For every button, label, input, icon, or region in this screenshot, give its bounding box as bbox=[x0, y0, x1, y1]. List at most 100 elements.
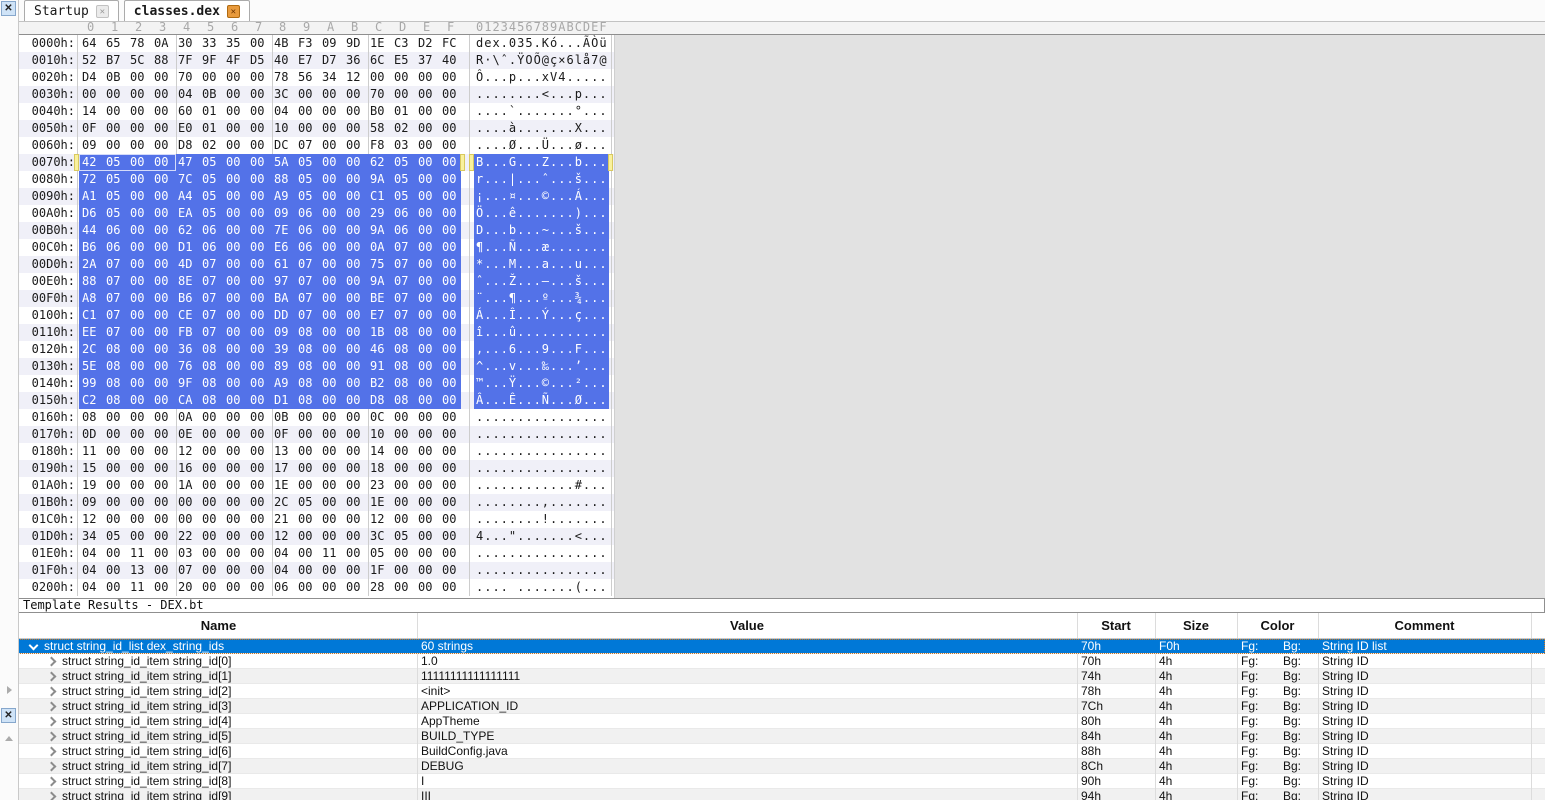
hex-byte[interactable]: 00 bbox=[442, 443, 466, 460]
hex-byte[interactable]: E5 bbox=[394, 52, 418, 69]
hex-byte[interactable]: 00 bbox=[226, 375, 250, 392]
hex-byte[interactable]: 00 bbox=[418, 579, 442, 596]
hex-byte[interactable]: 00 bbox=[154, 494, 178, 511]
hex-byte[interactable]: 00 bbox=[346, 103, 370, 120]
hex-byte[interactable]: 00 bbox=[346, 562, 370, 579]
hex-byte[interactable]: 00 bbox=[106, 545, 130, 562]
hex-byte[interactable]: C1 bbox=[370, 188, 394, 205]
hex-byte[interactable]: 00 bbox=[394, 477, 418, 494]
hex-byte[interactable]: F3 bbox=[298, 35, 322, 52]
hex-bytes[interactable]: D4 0B 00 00 70 00 00 00 78 56 34 12 00 00 00 00 bbox=[79, 69, 461, 86]
hex-byte[interactable]: 00 bbox=[346, 205, 370, 222]
hex-row[interactable]: 00B0h: 44 06 00 00 62 06 00 00 7E 06 00 00 9A 06 00 00 D.… bbox=[19, 222, 614, 239]
hex-byte[interactable]: 00 bbox=[130, 358, 154, 375]
hex-byte[interactable]: 00 bbox=[322, 239, 346, 256]
hex-byte[interactable]: 08 bbox=[106, 375, 130, 392]
hex-byte[interactable]: 05 bbox=[106, 171, 130, 188]
hex-byte[interactable]: 00 bbox=[418, 86, 442, 103]
hex-byte[interactable]: 00 bbox=[226, 205, 250, 222]
hex-byte[interactable]: 00 bbox=[418, 545, 442, 562]
hex-byte[interactable]: 00 bbox=[154, 137, 178, 154]
chevron-down-icon[interactable] bbox=[28, 640, 39, 651]
hex-byte[interactable]: 05 bbox=[106, 528, 130, 545]
hex-byte[interactable]: 00 bbox=[226, 341, 250, 358]
hex-byte[interactable]: 00 bbox=[250, 528, 274, 545]
tab-classes-dex[interactable]: classes.dex ✕ bbox=[123, 0, 250, 21]
hex-byte[interactable]: 06 bbox=[106, 222, 130, 239]
hex-byte[interactable]: 00 bbox=[394, 494, 418, 511]
hex-byte[interactable]: 00 bbox=[154, 443, 178, 460]
hex-byte[interactable]: 00 bbox=[394, 511, 418, 528]
hex-row[interactable]: 00D0h: 2A 07 00 00 4D 07 00 00 61 07 00 00 75 07 00 00 *.… bbox=[19, 256, 614, 273]
hex-bytes[interactable]: 00 00 00 00 04 0B 00 00 3C 00 00 00 70 00 00 00 bbox=[79, 86, 461, 103]
hex-byte[interactable]: 00 bbox=[226, 103, 250, 120]
hex-byte[interactable]: A9 bbox=[274, 375, 298, 392]
table-row[interactable]: struct string_id_item string_id[1] 111111… bbox=[18, 669, 1545, 684]
hex-byte[interactable]: 00 bbox=[442, 307, 466, 324]
hex-byte[interactable]: 00 bbox=[322, 409, 346, 426]
hex-byte[interactable]: 62 bbox=[370, 154, 394, 171]
hex-byte[interactable]: 00 bbox=[322, 528, 346, 545]
hex-byte[interactable]: 3C bbox=[274, 86, 298, 103]
hex-byte[interactable]: 17 bbox=[274, 460, 298, 477]
hex-byte[interactable]: 7F bbox=[178, 52, 202, 69]
hex-byte[interactable]: 00 bbox=[442, 86, 466, 103]
hex-row[interactable]: 0000h: 64 65 78 0A 30 33 35 00 4B F3 09 9D 1E C3 D2 FC de… bbox=[19, 35, 614, 52]
hex-byte[interactable]: 00 bbox=[442, 528, 466, 545]
hex-byte[interactable]: 05 bbox=[394, 154, 418, 171]
hex-byte[interactable]: 00 bbox=[346, 256, 370, 273]
hex-byte[interactable]: 00 bbox=[106, 409, 130, 426]
chevron-right-icon[interactable] bbox=[46, 776, 57, 787]
hex-byte[interactable]: 00 bbox=[106, 443, 130, 460]
hex-byte[interactable]: 00 bbox=[346, 460, 370, 477]
hex-byte[interactable]: 11 bbox=[322, 545, 346, 562]
hex-ascii[interactable]: ¶...Ñ...æ....... bbox=[474, 239, 609, 256]
hex-byte[interactable]: 00 bbox=[202, 460, 226, 477]
table-row[interactable]: struct string_id_item string_id[0] 1.0 70h… bbox=[18, 654, 1545, 669]
hex-ascii[interactable]: ¡...¤...©...Á... bbox=[474, 188, 609, 205]
hex-byte[interactable]: 12 bbox=[346, 69, 370, 86]
hex-byte[interactable]: 42 bbox=[82, 154, 106, 171]
hex-bytes[interactable]: 09 00 00 00 D8 02 00 00 DC 07 00 00 F8 03 00 00 bbox=[79, 137, 461, 154]
hex-byte[interactable]: 07 bbox=[106, 324, 130, 341]
hex-byte[interactable]: 04 bbox=[82, 562, 106, 579]
hex-byte[interactable]: 00 bbox=[202, 511, 226, 528]
template-results-title[interactable]: Template Results - DEX.bt bbox=[18, 598, 1545, 613]
hex-byte[interactable]: 00 bbox=[106, 579, 130, 596]
hex-byte[interactable]: 34 bbox=[82, 528, 106, 545]
hex-byte[interactable]: 14 bbox=[82, 103, 106, 120]
hex-byte[interactable]: 00 bbox=[322, 562, 346, 579]
hex-byte[interactable]: 00 bbox=[154, 69, 178, 86]
hex-byte[interactable]: 00 bbox=[418, 528, 442, 545]
hex-byte[interactable]: 00 bbox=[442, 120, 466, 137]
hex-byte[interactable]: 2C bbox=[274, 494, 298, 511]
hex-bytes[interactable]: 64 65 78 0A 30 33 35 00 4B F3 09 9D 1E C3 D2 FC bbox=[79, 35, 461, 52]
hex-byte[interactable]: 00 bbox=[226, 171, 250, 188]
table-row[interactable]: struct string_id_item string_id[6] BuildC… bbox=[18, 744, 1545, 759]
hex-byte[interactable]: 00 bbox=[226, 239, 250, 256]
hex-byte[interactable]: D8 bbox=[370, 392, 394, 409]
hex-byte[interactable]: 00 bbox=[394, 579, 418, 596]
table-row[interactable]: struct string_id_item string_id[3] APPLIC… bbox=[18, 699, 1545, 714]
hex-byte[interactable]: 00 bbox=[442, 69, 466, 86]
hex-bytes[interactable]: 0D 00 00 00 0E 00 00 00 0F 00 00 00 10 00 00 00 bbox=[79, 426, 461, 443]
hex-row[interactable]: 0150h: C2 08 00 00 CA 08 00 00 D1 08 00 00 D8 08 00 00 Â.… bbox=[19, 392, 614, 409]
hex-byte[interactable]: 00 bbox=[394, 460, 418, 477]
hex-byte[interactable]: 00 bbox=[154, 120, 178, 137]
hex-byte[interactable]: 12 bbox=[274, 528, 298, 545]
hex-byte[interactable]: 99 bbox=[82, 375, 106, 392]
hex-byte[interactable]: 00 bbox=[154, 528, 178, 545]
hex-byte[interactable]: 04 bbox=[274, 103, 298, 120]
hex-byte[interactable]: 00 bbox=[154, 358, 178, 375]
hex-byte[interactable]: 00 bbox=[250, 579, 274, 596]
hex-byte[interactable]: 05 bbox=[394, 171, 418, 188]
hex-ascii[interactable]: ................ bbox=[474, 426, 609, 443]
hex-byte[interactable]: 00 bbox=[154, 460, 178, 477]
hex-byte[interactable]: 00 bbox=[250, 494, 274, 511]
hex-byte[interactable]: 05 bbox=[298, 154, 322, 171]
hex-byte[interactable]: 00 bbox=[82, 86, 106, 103]
hex-byte[interactable]: EA bbox=[178, 205, 202, 222]
hex-ascii[interactable]: ................ bbox=[474, 545, 609, 562]
hex-byte[interactable]: 00 bbox=[418, 494, 442, 511]
hex-byte[interactable]: 00 bbox=[130, 188, 154, 205]
